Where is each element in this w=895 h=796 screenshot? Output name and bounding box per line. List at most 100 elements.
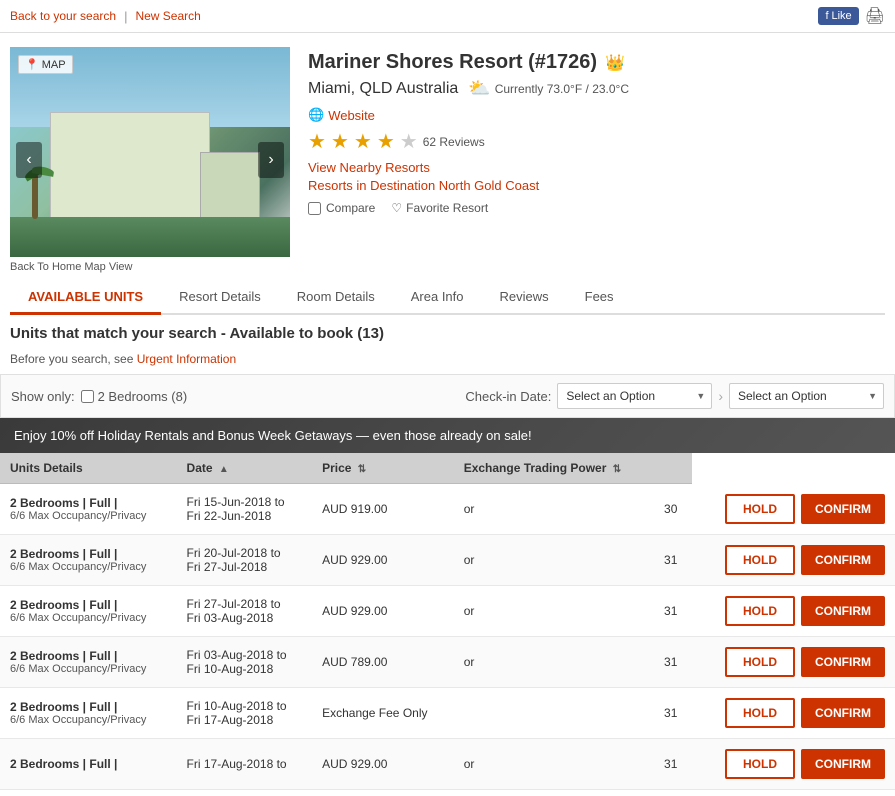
actions-cell: HOLD CONFIRM	[692, 484, 895, 535]
unit-details-cell: 2 Bedrooms | Full | 6/6 Max Occupancy/Pr…	[0, 585, 177, 636]
unit-sub: 6/6 Max Occupancy/Privacy	[10, 612, 167, 624]
star-5: ★	[400, 129, 418, 154]
checkin-select1[interactable]: Select an Option	[557, 383, 712, 409]
exchange-cell: 31	[654, 738, 692, 789]
date-cell: Fri 17-Aug-2018 to	[177, 738, 313, 789]
hold-button[interactable]: HOLD	[725, 749, 795, 779]
unit-name: 2 Bedrooms | Full |	[10, 598, 167, 612]
unit-sub: 6/6 Max Occupancy/Privacy	[10, 561, 167, 573]
tab-available-units[interactable]: AVAILABLE UNITS	[10, 281, 161, 315]
carousel-next-button[interactable]: ›	[258, 142, 284, 178]
resort-header: 📍 MAP ‹ › Back To Home Map View Mariner …	[0, 33, 895, 281]
back-to-search-link[interactable]: Back to your search	[10, 9, 116, 23]
map-badge[interactable]: 📍 MAP	[18, 55, 73, 74]
units-table: Units Details Date ▲ Price ⇅ Exchange Tr…	[0, 453, 895, 790]
date-from: Fri 03-Aug-2018 to	[187, 648, 303, 662]
th-exchange[interactable]: Exchange Trading Power ⇅	[454, 453, 654, 484]
date-from: Fri 20-Jul-2018 to	[187, 546, 303, 560]
table-row: 2 Bedrooms | Full | Fri 17-Aug-2018 to A…	[0, 738, 895, 789]
confirm-button[interactable]: CONFIRM	[801, 698, 885, 728]
unit-details-cell: 2 Bedrooms | Full | 6/6 Max Occupancy/Pr…	[0, 636, 177, 687]
table-row: 2 Bedrooms | Full | 6/6 Max Occupancy/Pr…	[0, 585, 895, 636]
unit-sub: 6/6 Max Occupancy/Privacy	[10, 714, 167, 726]
hold-button[interactable]: HOLD	[725, 494, 795, 524]
website-link[interactable]: 🌐 Website	[308, 107, 885, 123]
hold-button[interactable]: HOLD	[725, 647, 795, 677]
actions-cell: HOLD CONFIRM	[692, 585, 895, 636]
date-from: Fri 15-Jun-2018 to	[187, 495, 303, 509]
exchange-cell: 31	[654, 534, 692, 585]
date-cell: Fri 10-Aug-2018 to Fri 17-Aug-2018	[177, 687, 313, 738]
table-header-row: Units Details Date ▲ Price ⇅ Exchange Tr…	[0, 453, 895, 484]
crown-icon: 👑	[605, 53, 625, 73]
nearby-resorts-link[interactable]: View Nearby Resorts	[308, 160, 885, 175]
compare-label: Compare	[326, 201, 375, 215]
date-from: Fri 10-Aug-2018 to	[187, 699, 303, 713]
confirm-button[interactable]: CONFIRM	[801, 749, 885, 779]
tab-reviews[interactable]: Reviews	[482, 281, 567, 315]
map-pin-icon: 📍	[25, 58, 39, 71]
carousel-prev-button[interactable]: ‹	[16, 142, 42, 178]
price-cell: AUD 929.00	[312, 585, 454, 636]
hold-button[interactable]: HOLD	[725, 596, 795, 626]
confirm-button[interactable]: CONFIRM	[801, 647, 885, 677]
print-icon[interactable]: 🖨	[865, 6, 885, 26]
resort-info: Mariner Shores Resort (#1726) 👑 Miami, Q…	[308, 47, 885, 273]
bedrooms-checkbox[interactable]	[81, 390, 94, 403]
unit-name: 2 Bedrooms | Full |	[10, 757, 167, 771]
resort-title-row: Mariner Shores Resort (#1726) 👑	[308, 51, 885, 74]
tab-fees[interactable]: Fees	[567, 281, 632, 315]
new-search-link[interactable]: New Search	[135, 9, 200, 23]
unit-name: 2 Bedrooms | Full |	[10, 496, 167, 510]
compare-checkbox[interactable]	[308, 202, 321, 215]
th-date[interactable]: Date ▲	[177, 453, 313, 484]
th-price[interactable]: Price ⇅	[312, 453, 454, 484]
confirm-button[interactable]: CONFIRM	[801, 545, 885, 575]
filter-row: Show only: 2 Bedrooms (8) Check-in Date:…	[0, 374, 895, 418]
section-header: Units that match your search - Available…	[0, 315, 895, 348]
confirm-button[interactable]: CONFIRM	[801, 494, 885, 524]
unit-details-cell: 2 Bedrooms | Full | 6/6 Max Occupancy/Pr…	[0, 687, 177, 738]
table-row: 2 Bedrooms | Full | 6/6 Max Occupancy/Pr…	[0, 534, 895, 585]
confirm-button[interactable]: CONFIRM	[801, 596, 885, 626]
select1-wrap: Select an Option	[557, 383, 712, 409]
date-cell: Fri 27-Jul-2018 to Fri 03-Aug-2018	[177, 585, 313, 636]
urgent-bar: Before you search, see Urgent Informatio…	[0, 348, 895, 374]
favorite-resort-button[interactable]: ♡ Favorite Resort	[391, 201, 488, 215]
facebook-like-button[interactable]: f Like	[818, 7, 858, 25]
or-cell: or	[454, 534, 654, 585]
weather-text: Currently 73.0°F / 23.0°C	[495, 82, 629, 96]
action-buttons: HOLD CONFIRM	[702, 494, 885, 524]
actions-cell: HOLD CONFIRM	[692, 534, 895, 585]
compare-checkbox-label[interactable]: Compare	[308, 201, 375, 215]
tab-area-info[interactable]: Area Info	[393, 281, 482, 315]
date-to: Fri 10-Aug-2018	[187, 662, 303, 676]
exchange-cell: 31	[654, 585, 692, 636]
price-cell: AUD 929.00	[312, 534, 454, 585]
price-cell: AUD 929.00	[312, 738, 454, 789]
show-only: Show only: 2 Bedrooms (8)	[11, 389, 187, 404]
destination-link[interactable]: Resorts in Destination North Gold Coast	[308, 178, 885, 193]
date-to: Fri 03-Aug-2018	[187, 611, 303, 625]
date-cell: Fri 20-Jul-2018 to Fri 27-Jul-2018	[177, 534, 313, 585]
unit-name: 2 Bedrooms | Full |	[10, 700, 167, 714]
checkin-label: Check-in Date:	[465, 389, 551, 404]
unit-sub: 6/6 Max Occupancy/Privacy	[10, 663, 167, 675]
tab-resort-details[interactable]: Resort Details	[161, 281, 279, 315]
table-row: 2 Bedrooms | Full | 6/6 Max Occupancy/Pr…	[0, 484, 895, 535]
hold-button[interactable]: HOLD	[725, 698, 795, 728]
date-from: Fri 27-Jul-2018 to	[187, 597, 303, 611]
action-buttons: HOLD CONFIRM	[702, 698, 885, 728]
globe-icon: 🌐	[308, 107, 324, 123]
checkin-area: Check-in Date: Select an Option › Select…	[465, 383, 884, 409]
th-actions	[654, 453, 692, 484]
checkin-select2[interactable]: Select an Option	[729, 383, 884, 409]
urgent-link[interactable]: Urgent Information	[137, 352, 236, 366]
back-home-map-link[interactable]: Back To Home Map View	[10, 261, 290, 273]
hold-button[interactable]: HOLD	[725, 545, 795, 575]
tab-room-details[interactable]: Room Details	[279, 281, 393, 315]
reviews-count[interactable]: 62 Reviews	[423, 135, 485, 149]
bedrooms-checkbox-label[interactable]: 2 Bedrooms (8)	[81, 389, 188, 404]
weather-badge: ⛅ Currently 73.0°F / 23.0°C	[468, 78, 629, 99]
stars-row: ★ ★ ★ ★ ★ 62 Reviews	[308, 129, 885, 154]
